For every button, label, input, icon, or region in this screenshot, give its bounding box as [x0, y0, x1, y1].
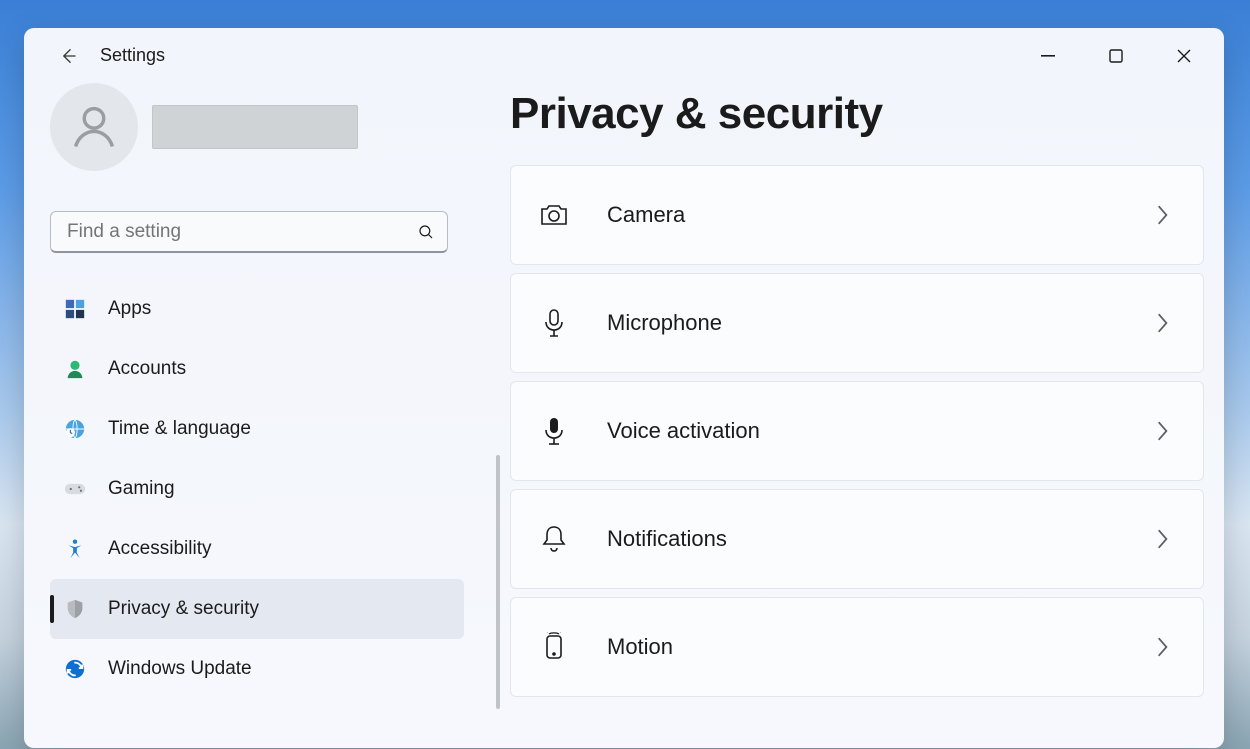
card-label: Motion: [607, 634, 673, 660]
card-label: Camera: [607, 202, 685, 228]
page-title: Privacy & security: [510, 89, 1204, 139]
windows-update-icon: [64, 658, 86, 680]
sidebar-item-label: Privacy & security: [108, 598, 259, 620]
chevron-right-icon: [1155, 312, 1169, 334]
nav-list: Apps Accounts Time & language: [50, 279, 484, 699]
sidebar-item-time-language[interactable]: Time & language: [50, 399, 464, 459]
close-icon: [1177, 49, 1191, 63]
chevron-right-icon: [1155, 636, 1169, 658]
minimize-icon: [1041, 55, 1055, 57]
sidebar-item-label: Time & language: [108, 418, 251, 440]
back-button[interactable]: [54, 42, 82, 70]
card-label: Microphone: [607, 310, 722, 336]
minimize-button[interactable]: [1014, 35, 1082, 77]
maximize-icon: [1109, 49, 1123, 63]
sidebar: Apps Accounts Time & language: [24, 83, 484, 748]
sidebar-item-apps[interactable]: Apps: [50, 279, 464, 339]
sidebar-item-label: Accessibility: [108, 538, 211, 560]
card-camera[interactable]: Camera: [510, 165, 1204, 265]
accessibility-icon: [64, 538, 86, 560]
title-bar: Settings: [24, 28, 1224, 83]
sidebar-item-accounts[interactable]: Accounts: [50, 339, 464, 399]
back-arrow-icon: [58, 46, 78, 66]
window-controls: [1014, 35, 1218, 77]
motion-icon: [539, 632, 569, 662]
sidebar-item-windows-update[interactable]: Windows Update: [50, 639, 464, 699]
camera-icon: [539, 200, 569, 230]
card-microphone[interactable]: Microphone: [510, 273, 1204, 373]
chevron-right-icon: [1155, 528, 1169, 550]
sidebar-item-label: Apps: [108, 298, 151, 320]
search-icon: [417, 223, 435, 241]
chevron-right-icon: [1155, 420, 1169, 442]
main-panel: Privacy & security Camera Microphone: [484, 83, 1224, 748]
apps-icon: [64, 298, 86, 320]
settings-cards: Camera Microphone: [510, 165, 1204, 697]
sidebar-item-gaming[interactable]: Gaming: [50, 459, 464, 519]
sidebar-item-privacy-security[interactable]: Privacy & security: [50, 579, 464, 639]
card-label: Notifications: [607, 526, 727, 552]
maximize-button[interactable]: [1082, 35, 1150, 77]
user-name-redacted: [152, 105, 358, 149]
app-title: Settings: [100, 45, 165, 66]
card-motion[interactable]: Motion: [510, 597, 1204, 697]
sidebar-item-label: Gaming: [108, 478, 175, 500]
chevron-right-icon: [1155, 204, 1169, 226]
sidebar-item-accessibility[interactable]: Accessibility: [50, 519, 464, 579]
search-container: [50, 211, 448, 253]
microphone-icon: [539, 308, 569, 338]
close-button[interactable]: [1150, 35, 1218, 77]
voice-activation-icon: [539, 416, 569, 446]
settings-window: Settings: [24, 28, 1224, 748]
time-language-icon: [64, 418, 86, 440]
sidebar-item-label: Windows Update: [108, 658, 252, 680]
gaming-icon: [64, 478, 86, 500]
content-area: Apps Accounts Time & language: [24, 83, 1224, 748]
bell-icon: [539, 524, 569, 554]
user-icon: [68, 101, 120, 153]
sidebar-item-label: Accounts: [108, 358, 186, 380]
shield-icon: [64, 598, 86, 620]
card-notifications[interactable]: Notifications: [510, 489, 1204, 589]
accounts-icon: [64, 358, 86, 380]
avatar: [50, 83, 138, 171]
card-voice-activation[interactable]: Voice activation: [510, 381, 1204, 481]
card-label: Voice activation: [607, 418, 760, 444]
user-profile[interactable]: [50, 83, 484, 171]
search-input[interactable]: [65, 220, 417, 244]
search-field[interactable]: [50, 211, 448, 253]
